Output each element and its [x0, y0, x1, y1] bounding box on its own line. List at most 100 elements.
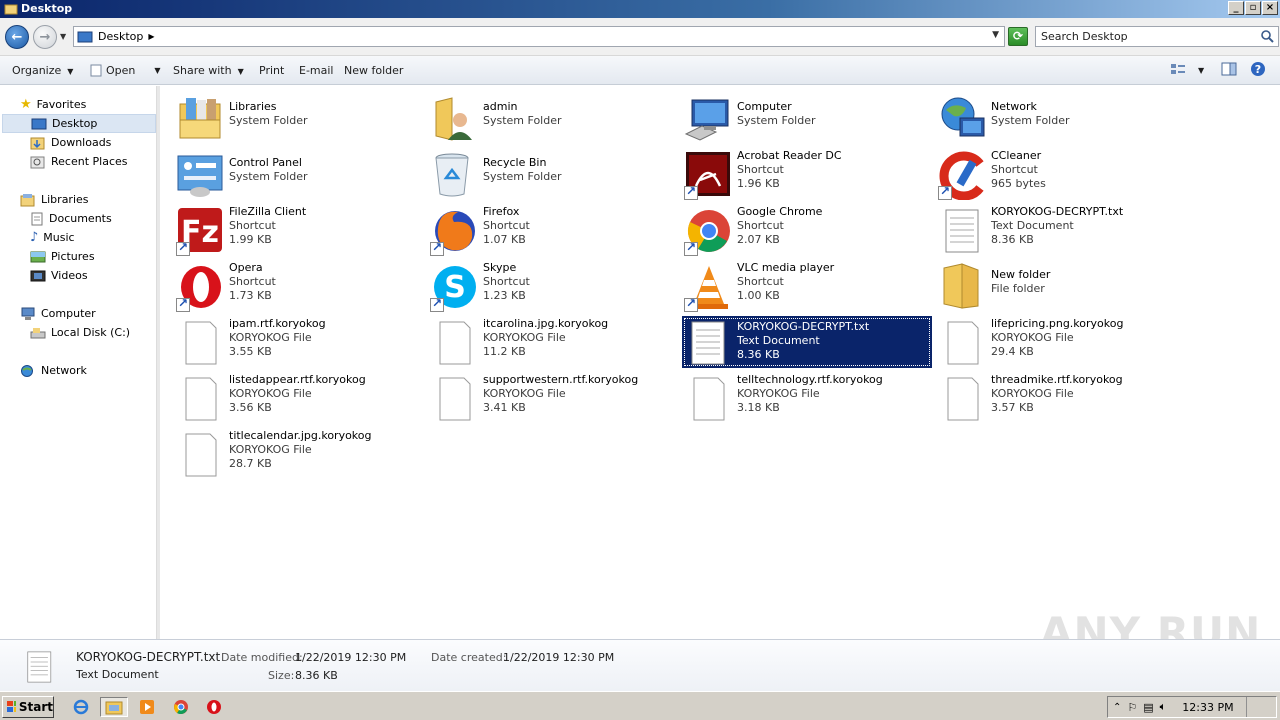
- item-type: KORYOKOG File: [483, 387, 566, 400]
- item-decrypt-txt-top[interactable]: KORYOKOG-DECRYPT.txt Text Document 8.36 KB: [922, 202, 1172, 258]
- item-control-panel[interactable]: Control Panel System Folder: [160, 146, 410, 202]
- item-telltechnology-rtf[interactable]: telltechnology.rtf.koryokog KORYOKOG File…: [668, 370, 918, 426]
- nav-documents[interactable]: Documents: [30, 209, 112, 228]
- item-type: KORYOKOG File: [991, 331, 1074, 344]
- new-folder-button[interactable]: New folder: [344, 64, 403, 77]
- item-type: System Folder: [483, 170, 562, 183]
- item-type: Shortcut: [483, 275, 530, 288]
- network-status-icon[interactable]: ▤: [1143, 701, 1153, 714]
- print-button[interactable]: Print: [259, 64, 284, 77]
- organize-button[interactable]: Organize ▼: [12, 64, 73, 77]
- nav-computer[interactable]: Computer: [20, 304, 96, 323]
- breadcrumb-chevron-icon[interactable]: ▶: [148, 32, 154, 41]
- view-options-dropdown[interactable]: ▼: [1198, 66, 1204, 75]
- volume-icon[interactable]: 🔈︎: [1160, 700, 1167, 714]
- user-folder-icon: [435, 97, 472, 141]
- item-titlecalendar-jpg[interactable]: titlecalendar.jpg.koryokog KORYOKOG File 2…: [160, 426, 410, 482]
- start-button[interactable]: Start: [2, 696, 54, 718]
- nav-libraries[interactable]: Libraries: [20, 190, 89, 209]
- control-panel-icon: [177, 155, 223, 197]
- item-google-chrome[interactable]: Google ChromeShortcut2.07 KB: [668, 202, 918, 258]
- address-location[interactable]: Desktop: [98, 30, 143, 43]
- open-icon: [90, 64, 102, 77]
- recycle-bin-icon: [435, 153, 469, 197]
- back-button[interactable]: ←: [5, 25, 29, 49]
- item-new-folder[interactable]: New folder File folder: [922, 258, 1172, 314]
- item-acrobat-reader[interactable]: Acrobat Reader DCShortcut1.96 KB: [668, 146, 918, 202]
- nav-music[interactable]: ♪ Music: [30, 228, 75, 247]
- item-admin[interactable]: admin System Folder: [414, 90, 664, 146]
- item-threadmike-rtf[interactable]: threadmike.rtf.koryokog KORYOKOG File 3.57…: [922, 370, 1172, 426]
- preview-pane-icon[interactable]: [1221, 62, 1237, 79]
- change-view-icon[interactable]: [1170, 62, 1186, 79]
- item-lifepricing-png[interactable]: lifepricing.png.koryokog KORYOKOG File 29.…: [922, 314, 1172, 370]
- close-button[interactable]: ×: [1262, 1, 1278, 15]
- item-type: KORYOKOG File: [737, 387, 820, 400]
- opera-taskbar-icon[interactable]: [203, 697, 225, 717]
- item-itcarolina-jpg[interactable]: itcarolina.jpg.koryokog KORYOKOG File 11.2…: [414, 314, 664, 370]
- chrome-taskbar-icon[interactable]: [170, 697, 192, 717]
- explorer-taskbar-icon[interactable]: [100, 697, 128, 717]
- search-icon[interactable]: [1260, 29, 1274, 43]
- action-center-flag-icon[interactable]: ⚐: [1127, 701, 1137, 714]
- item-filezilla[interactable]: Fz FileZilla ClientShortcut1.99 KB: [160, 202, 410, 258]
- nav-videos[interactable]: Videos: [30, 266, 88, 285]
- media-player-taskbar-icon[interactable]: [136, 697, 158, 717]
- email-button[interactable]: E-mail: [299, 64, 334, 77]
- details-size-label: Size:: [268, 669, 295, 682]
- item-network[interactable]: Network System Folder: [922, 90, 1172, 146]
- item-recycle-bin[interactable]: Recycle Bin System Folder: [414, 146, 664, 202]
- item-skype[interactable]: S SkypeShortcut1.23 KB: [414, 258, 664, 314]
- nav-pictures[interactable]: Pictures: [30, 247, 95, 266]
- refresh-button[interactable]: ⟳: [1008, 27, 1028, 46]
- show-hidden-icons-icon[interactable]: ⌃: [1113, 702, 1121, 713]
- show-desktop-button[interactable]: [1245, 697, 1254, 717]
- minimize-button[interactable]: _: [1228, 1, 1244, 15]
- help-icon[interactable]: ?: [1250, 61, 1266, 80]
- item-size: 8.36 KB: [991, 233, 1034, 246]
- taskbar: Start ⌃ ⚐ ▤ 🔈︎ 12:33 PM: [0, 691, 1280, 720]
- item-libraries[interactable]: Libraries System Folder: [160, 90, 410, 146]
- item-type: KORYOKOG File: [229, 443, 312, 456]
- item-size: 3.55 KB: [229, 345, 272, 358]
- item-listedappear-rtf[interactable]: listedappear.rtf.koryokog KORYOKOG File 3.…: [160, 370, 410, 426]
- maximize-button[interactable]: ▫: [1245, 1, 1261, 15]
- navigation-pane: ★ Favorites Desktop Downloads Recent Pla…: [0, 86, 157, 639]
- nav-recent-places[interactable]: Recent Places: [30, 152, 128, 171]
- nav-favorites[interactable]: ★ Favorites: [20, 95, 86, 114]
- address-bar[interactable]: Desktop ▶ ▼: [73, 26, 1005, 47]
- open-button[interactable]: Open ▼: [90, 64, 161, 77]
- item-computer[interactable]: Computer System Folder: [668, 90, 918, 146]
- text-document-icon: [945, 209, 979, 253]
- address-dropdown-icon[interactable]: ▼: [992, 30, 999, 40]
- item-ccleaner[interactable]: CCleanerShortcut965 bytes: [922, 146, 1172, 202]
- clock[interactable]: 12:33 PM: [1182, 701, 1233, 714]
- nav-desktop[interactable]: Desktop: [2, 114, 156, 133]
- item-ipam-rtf[interactable]: ipam.rtf.koryokog KORYOKOG File 3.55 KB: [160, 314, 410, 370]
- nav-network[interactable]: Network: [20, 361, 87, 380]
- item-firefox[interactable]: FirefoxShortcut1.07 KB: [414, 202, 664, 258]
- item-name: Opera: [229, 261, 263, 274]
- item-opera[interactable]: OperaShortcut1.73 KB: [160, 258, 410, 314]
- item-vlc[interactable]: VLC media playerShortcut1.00 KB: [668, 258, 918, 314]
- item-size: 3.56 KB: [229, 401, 272, 414]
- details-modified-value: 1/22/2019 12:30 PM: [295, 651, 407, 664]
- search-input[interactable]: Search Desktop: [1035, 26, 1279, 47]
- item-name: CCleaner: [991, 149, 1042, 162]
- item-size: 965 bytes: [991, 177, 1046, 190]
- item-name: Google Chrome: [737, 205, 823, 218]
- title-bar: Desktop _ ▫ ×: [0, 0, 1280, 18]
- item-type: KORYOKOG File: [229, 331, 312, 344]
- item-supportwestern-rtf[interactable]: supportwestern.rtf.koryokog KORYOKOG File…: [414, 370, 664, 426]
- recent-pages-dropdown[interactable]: ▼: [60, 32, 66, 41]
- item-type: File folder: [991, 282, 1045, 295]
- nav-local-disk[interactable]: Local Disk (C:): [30, 323, 130, 342]
- share-with-button[interactable]: Share with ▼: [173, 64, 244, 77]
- item-decrypt-txt-selected[interactable]: KORYOKOG-DECRYPT.txt Text Document 8.36 KB: [682, 316, 932, 368]
- nav-downloads[interactable]: Downloads: [30, 133, 111, 152]
- ie-taskbar-icon[interactable]: [70, 697, 92, 717]
- forward-button[interactable]: →: [33, 25, 57, 49]
- item-name: Skype: [483, 261, 517, 274]
- item-size: 1.73 KB: [229, 289, 272, 302]
- item-type: KORYOKOG File: [229, 387, 312, 400]
